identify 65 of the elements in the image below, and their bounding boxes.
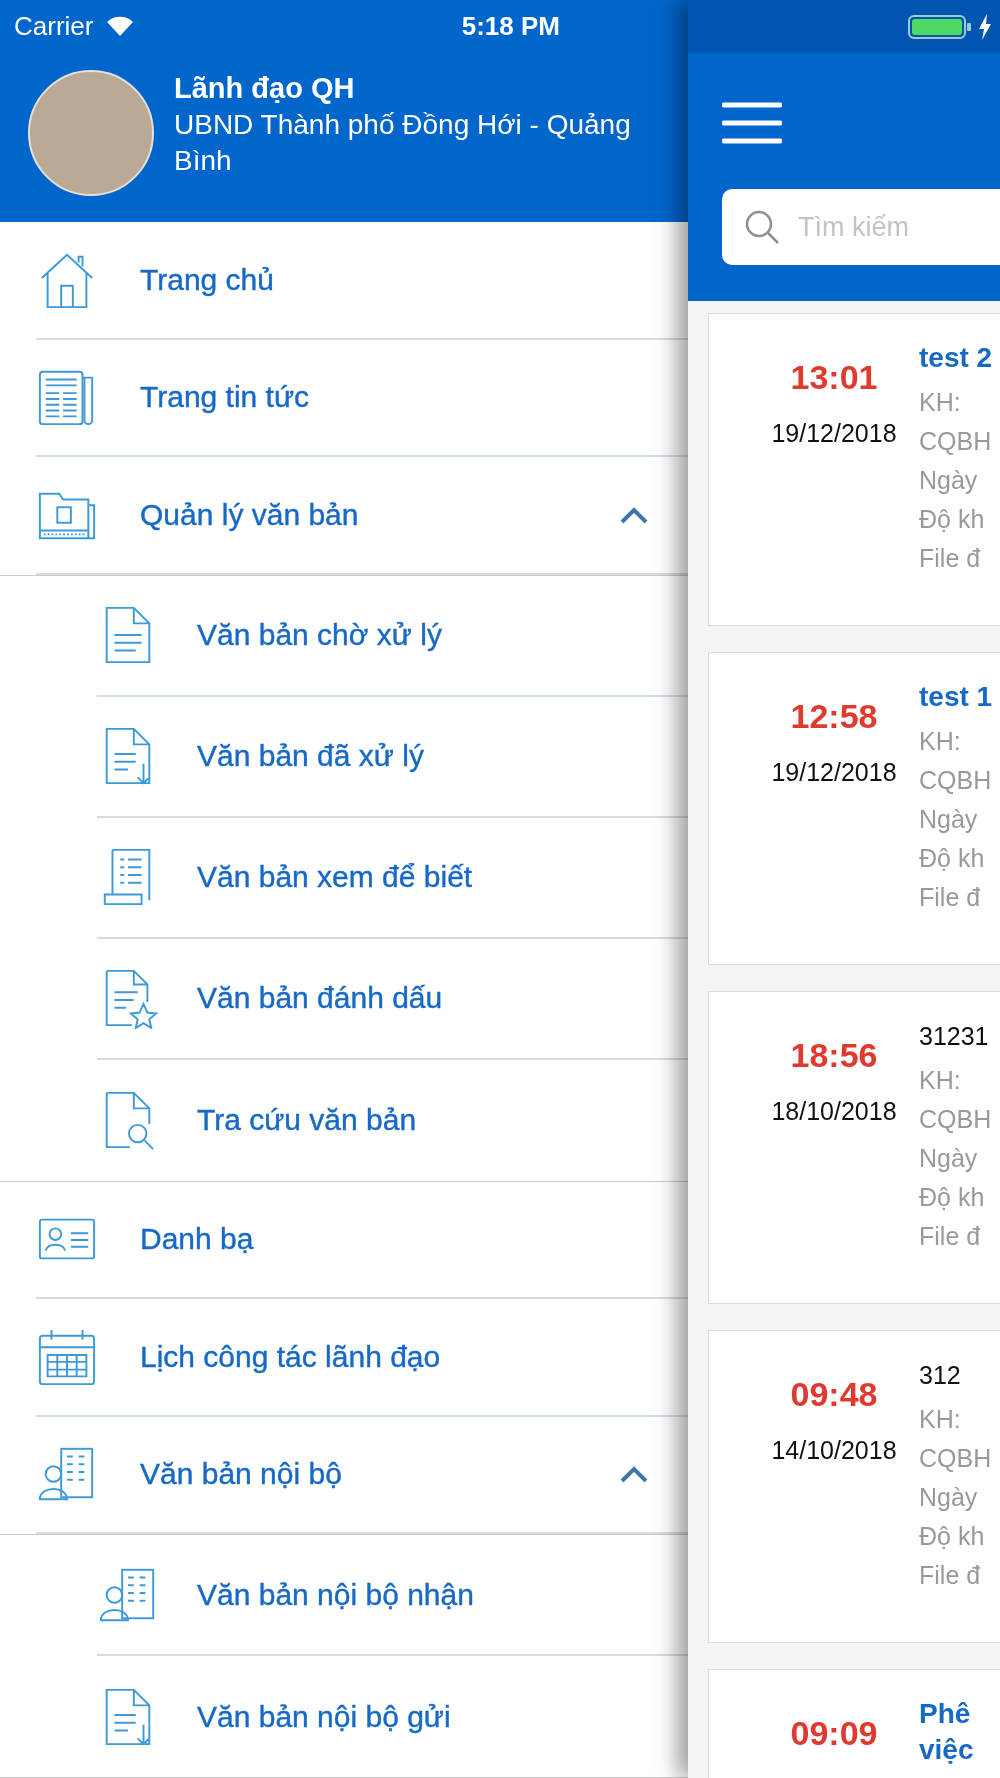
document-date: 14/10/2018 (771, 1436, 897, 1465)
status-time: 5:18 PM (461, 10, 560, 42)
document-field: Ngày (919, 461, 993, 499)
document-field: KH: (919, 1061, 992, 1099)
document-field: CQBH (919, 422, 993, 460)
document-time: 18:56 (790, 1036, 878, 1075)
user-name: Lãnh đạo QH (174, 72, 356, 105)
document-field: CQBH (919, 1439, 992, 1477)
submenu-item[interactable]: Văn bản nội bộ nhận (197, 1577, 474, 1612)
document-card[interactable]: 09:48 14/10/2018 312 KH: CQBH Ngày Độ kh File đ (708, 1330, 1000, 1643)
document-time: 13:01 (790, 358, 878, 397)
document-title: 31231 (919, 1021, 990, 1052)
submenu-item[interactable]: Văn bản đã xử lý (197, 739, 424, 773)
chevron-up-icon[interactable] (620, 505, 648, 524)
document-field: KH: (919, 383, 993, 421)
menu-item[interactable]: Lịch công tác lãnh đạo (140, 1339, 441, 1374)
document-field: Độ kh (919, 1178, 992, 1216)
document-field: KH: (919, 722, 993, 760)
menu-item[interactable]: Văn bản nội bộ (140, 1457, 342, 1492)
document-date: 19/12/2018 (771, 419, 897, 448)
search-icon (744, 209, 780, 245)
document-field: Độ kh (919, 1517, 992, 1555)
document-title: việc (919, 1733, 974, 1767)
document-title: test 1 (919, 680, 993, 714)
document-date: 19/12/2018 (771, 758, 897, 787)
submenu-item[interactable]: Văn bản đánh dấu (197, 981, 443, 1015)
chevron-up-icon[interactable] (620, 1465, 648, 1484)
document-field: File đ (919, 539, 993, 577)
organization-name: UBND Thành phố Đồng Hới - Quảng Bình (174, 108, 632, 178)
battery-icon (908, 14, 972, 39)
document-field: File đ (919, 1217, 992, 1255)
document-field: Độ kh (919, 839, 993, 877)
document-field: Ngày (919, 1139, 992, 1177)
menu-item[interactable]: Trang chủ (140, 262, 274, 297)
document-card[interactable]: 12:58 19/12/2018 test 1 KH: CQBH Ngày Độ kh File đ (708, 652, 1000, 965)
carrier-name: Carrier (14, 10, 94, 42)
document-card[interactable]: 18:56 18/10/2018 31231 KH: CQBH Ngày Độ kh File đ (708, 991, 1000, 1304)
submenu-item[interactable]: Văn bản xem để biết (197, 860, 473, 894)
charging-icon (978, 13, 992, 40)
document-card[interactable]: 13:01 19/12/2018 test 2 KH: CQBH Ngày Độ kh File đ (708, 313, 1000, 626)
document-field: Ngày (919, 1478, 992, 1516)
document-field: Ngày (919, 800, 993, 838)
submenu-item[interactable]: Văn bản nội bộ gửi (197, 1699, 451, 1734)
wifi-icon (105, 14, 136, 38)
menu-icon[interactable] (722, 101, 782, 145)
document-time: 12:58 (790, 697, 878, 736)
document-field: KH: (919, 1400, 992, 1438)
document-field: CQBH (919, 761, 993, 799)
document-title: 312 (919, 1360, 962, 1391)
search-field[interactable]: Tìm kiếm (722, 189, 1000, 265)
submenu-item[interactable]: Tra cứu văn bản (197, 1103, 417, 1137)
menu-item[interactable]: Trang tin tức (140, 380, 310, 415)
document-title: test 2 (919, 341, 993, 375)
menu-item[interactable]: Quản lý văn bản (140, 497, 359, 532)
document-card[interactable]: 09:09 Phê việc (708, 1669, 1000, 1778)
document-time: 09:48 (790, 1375, 878, 1414)
document-field: File đ (919, 1556, 992, 1594)
document-field: CQBH (919, 1100, 992, 1138)
document-time: 09:09 (790, 1714, 878, 1753)
document-field: File đ (919, 878, 993, 916)
menu-item[interactable]: Danh bạ (140, 1222, 254, 1257)
document-date: 18/10/2018 (771, 1097, 897, 1126)
document-field: Độ kh (919, 500, 993, 538)
submenu-item[interactable]: Văn bản chờ xử lý (197, 618, 442, 652)
document-title: Phê (919, 1697, 972, 1731)
